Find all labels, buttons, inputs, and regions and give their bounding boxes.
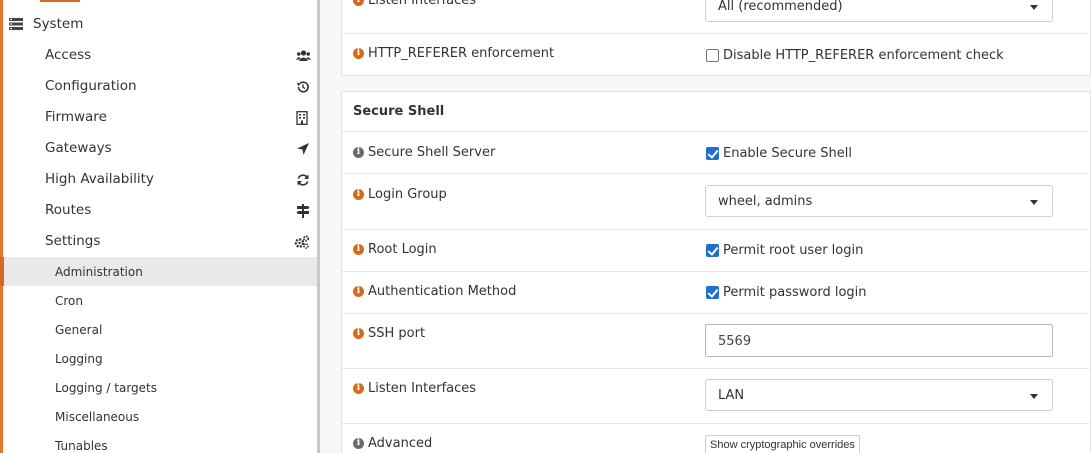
sidebar-item-high-availability[interactable]: High Availability — [0, 164, 317, 195]
root-login-row: i Root Login Permit root user login — [342, 230, 1091, 272]
checkbox-checked[interactable] — [706, 286, 719, 299]
checkbox-checked[interactable] — [706, 244, 719, 257]
enable-ssh-checkbox[interactable]: Enable Secure Shell — [706, 146, 852, 161]
checkbox-checked[interactable] — [706, 147, 719, 160]
select-value: wheel, admins — [718, 194, 813, 209]
section-title: Secure Shell — [353, 104, 445, 119]
sidebar-item-firmware[interactable]: Firmware — [0, 102, 317, 133]
info-icon[interactable]: i — [353, 0, 364, 6]
location-arrow-icon — [296, 142, 310, 156]
server-list-icon — [9, 17, 23, 31]
sidebar-subitem-label: Tunables — [55, 439, 108, 453]
sidebar-subitem-label: Administration — [55, 265, 143, 279]
info-icon[interactable]: i — [353, 383, 364, 394]
history-icon — [296, 80, 310, 94]
root-login-label: i Root Login — [353, 242, 437, 257]
info-icon[interactable]: i — [353, 48, 364, 59]
sidebar-subitem-logging-targets[interactable]: Logging / targets — [0, 373, 317, 402]
secure-shell-header: Secure Shell — [342, 92, 1091, 132]
sidebar-section-label: System — [33, 16, 84, 32]
http-referer-row: i HTTP_REFERER enforcement Disable HTTP_… — [342, 34, 1091, 76]
http-referer-checkbox[interactable]: Disable HTTP_REFERER enforcement check — [706, 48, 1004, 63]
info-icon[interactable]: i — [353, 328, 364, 339]
info-icon[interactable]: i — [353, 286, 364, 297]
sidebar-section-system[interactable]: System — [0, 9, 317, 39]
cogs-icon — [294, 235, 310, 249]
sidebar-item-gateways[interactable]: Gateways — [0, 133, 317, 164]
users-icon — [296, 49, 311, 63]
refresh-icon — [296, 173, 310, 187]
sidebar: System Access Configuration Firmware Gat… — [0, 0, 317, 453]
ssh-port-row: i SSH port 5569 — [342, 314, 1091, 369]
info-icon[interactable]: i — [353, 438, 364, 449]
sidebar-subitem-cron[interactable]: Cron — [0, 286, 317, 315]
listen-interfaces-select[interactable]: All (recommended) — [705, 0, 1053, 22]
info-icon[interactable]: i — [353, 244, 364, 255]
advanced-row: i Advanced Show cryptographic overrides — [342, 424, 1091, 453]
login-group-row: i Login Group wheel, admins — [342, 174, 1091, 230]
chevron-down-icon — [1030, 200, 1038, 205]
sidebar-item-label: Gateways — [45, 140, 112, 156]
sidebar-item-label: Configuration — [45, 78, 137, 94]
sidebar-item-routes[interactable]: Routes — [0, 195, 317, 226]
secure-shell-panel: Secure Shell i Secure Shell Server Enabl… — [341, 91, 1091, 453]
info-icon[interactable]: i — [353, 189, 364, 200]
sidebar-item-label: High Availability — [45, 171, 154, 187]
sidebar-subitem-administration[interactable]: Administration — [0, 257, 317, 286]
info-icon[interactable]: i — [353, 147, 364, 158]
sidebar-subitem-miscellaneous[interactable]: Miscellaneous — [0, 402, 317, 431]
building-icon — [296, 111, 310, 125]
http-referer-label: i HTTP_REFERER enforcement — [353, 46, 554, 61]
login-group-label: i Login Group — [353, 187, 447, 202]
sidebar-subitem-label: Logging — [55, 352, 103, 366]
sidebar-subitem-logging[interactable]: Logging — [0, 344, 317, 373]
sidebar-subitem-label: Cron — [55, 294, 83, 308]
sidebar-subitem-label: General — [55, 323, 103, 337]
listen-interfaces-label: i Listen Interfaces — [353, 0, 476, 8]
ssh-server-row: i Secure Shell Server Enable Secure Shel… — [342, 132, 1091, 174]
permit-root-login-checkbox[interactable]: Permit root user login — [706, 243, 863, 258]
ssh-listen-interfaces-select[interactable]: LAN — [705, 379, 1053, 411]
checkbox-unchecked[interactable] — [706, 49, 719, 62]
select-value: All (recommended) — [718, 0, 843, 14]
sidebar-item-label: Settings — [45, 233, 101, 249]
show-crypto-overrides-button[interactable]: Show cryptographic overrides — [705, 435, 860, 453]
previous-section-clipped — [0, 0, 317, 8]
sidebar-item-configuration[interactable]: Configuration — [0, 71, 317, 102]
sidebar-item-label: Access — [45, 47, 92, 63]
ssh-listen-interfaces-row: i Listen Interfaces LAN — [342, 369, 1091, 424]
ssh-listen-interfaces-label: i Listen Interfaces — [353, 381, 476, 396]
sidebar-item-label: Routes — [45, 202, 92, 218]
advanced-label: i Advanced — [353, 436, 432, 451]
ssh-server-label: i Secure Shell Server — [353, 145, 495, 160]
auth-method-label: i Authentication Method — [353, 284, 516, 299]
listen-interfaces-row: i Listen Interfaces All (recommended) — [342, 0, 1091, 34]
permit-password-login-checkbox[interactable]: Permit password login — [706, 285, 867, 300]
ssh-port-input[interactable]: 5569 — [705, 324, 1053, 357]
sidebar-subitem-label: Logging / targets — [55, 381, 158, 395]
sidebar-subitem-general[interactable]: General — [0, 315, 317, 344]
main-content: i Listen Interfaces All (recommended) i … — [320, 0, 1091, 453]
auth-method-row: i Authentication Method Permit password … — [342, 272, 1091, 314]
webgui-settings-panel: i Listen Interfaces All (recommended) i … — [341, 0, 1091, 76]
chevron-down-icon — [1030, 394, 1038, 399]
select-value: LAN — [718, 388, 745, 403]
map-signs-icon — [296, 204, 310, 218]
chevron-down-icon — [1030, 5, 1038, 10]
sidebar-item-access[interactable]: Access — [0, 40, 317, 71]
login-group-select[interactable]: wheel, admins — [705, 185, 1053, 217]
ssh-port-label: i SSH port — [353, 326, 425, 341]
sidebar-item-label: Firmware — [45, 109, 107, 125]
sidebar-subitem-tunables[interactable]: Tunables — [0, 431, 317, 453]
sidebar-subitem-label: Miscellaneous — [55, 410, 140, 424]
input-value: 5569 — [718, 334, 752, 349]
sidebar-item-settings[interactable]: Settings — [0, 226, 317, 257]
